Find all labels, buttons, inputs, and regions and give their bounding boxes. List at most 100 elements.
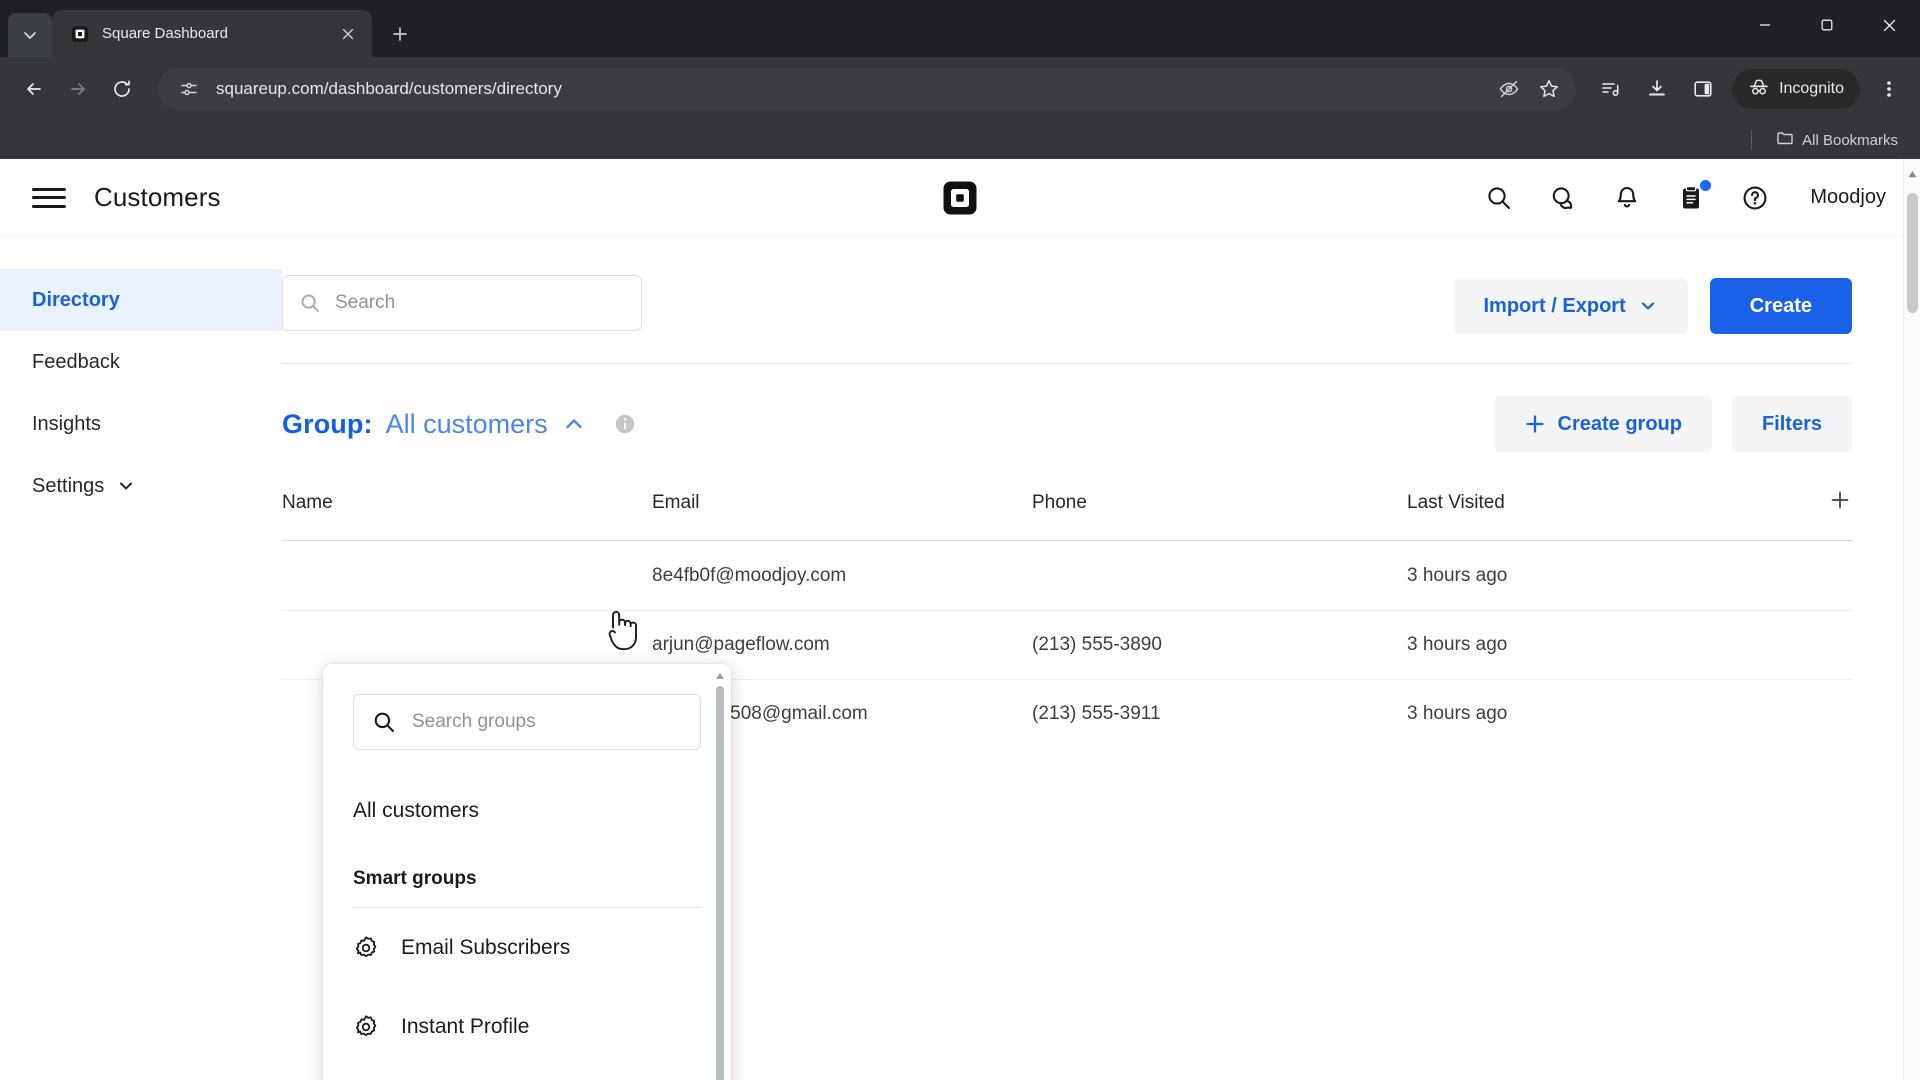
dropdown-item-lapsed[interactable]: Lapsed xyxy=(323,1066,731,1080)
browser-tab[interactable]: Square Dashboard xyxy=(52,10,372,57)
column-header-email[interactable]: Email xyxy=(652,492,1032,514)
dropdown-item-label: Email Subscribers xyxy=(401,935,571,959)
square-logo-icon xyxy=(70,24,90,44)
sidebar-item-label: Settings xyxy=(32,474,105,497)
dropdown-item-label: All customers xyxy=(353,799,480,822)
page-title: Customers xyxy=(94,182,221,212)
table-row[interactable]: 8e4fb0f@moodjoy.com 3 hours ago xyxy=(282,541,1852,610)
new-tab-button[interactable] xyxy=(382,16,418,52)
eye-off-icon[interactable] xyxy=(1496,76,1522,102)
table-header-row: Name Email Phone Last Visited xyxy=(282,491,1852,541)
toolbar-buttons: Import / Export Create xyxy=(1453,278,1852,334)
bookmarks-divider xyxy=(1751,130,1753,150)
create-group-button[interactable]: Create group xyxy=(1493,396,1712,452)
site-settings-icon[interactable] xyxy=(176,76,202,102)
download-icon[interactable] xyxy=(1636,68,1678,110)
group-dropdown-panel: Search groups All customers Smart groups… xyxy=(323,664,731,1080)
dropdown-section-title: Smart groups xyxy=(353,868,477,889)
incognito-indicator[interactable]: Incognito xyxy=(1732,69,1860,109)
sidebar-item-label: Insights xyxy=(32,412,101,435)
chevron-down-icon xyxy=(117,477,135,495)
create-group-label: Create group xyxy=(1557,412,1682,435)
sidebar: Directory Feedback Insights Settings xyxy=(0,237,282,1080)
column-header-name[interactable]: Name xyxy=(282,492,652,514)
all-bookmarks-button[interactable]: All Bookmarks xyxy=(1768,126,1906,154)
notification-badge xyxy=(1700,179,1712,191)
chevron-down-icon xyxy=(1638,296,1658,316)
search-input[interactable]: Search xyxy=(282,275,642,331)
back-arrow-icon[interactable] xyxy=(14,69,54,109)
sidebar-item-directory[interactable]: Directory xyxy=(0,269,282,331)
cell-email: arjun@pageflow.com xyxy=(652,634,830,655)
side-panel-icon[interactable] xyxy=(1682,68,1724,110)
column-header-phone[interactable]: Phone xyxy=(1032,492,1407,514)
media-control-icon[interactable] xyxy=(1590,68,1632,110)
notifications-bell-icon[interactable] xyxy=(1612,183,1642,213)
maximize-icon[interactable] xyxy=(1796,0,1858,50)
group-value[interactable]: All customers xyxy=(386,409,548,440)
minimize-icon[interactable] xyxy=(1734,0,1796,50)
three-dot-menu-icon[interactable] xyxy=(1868,68,1910,110)
clipboard-tasks-icon[interactable] xyxy=(1676,179,1712,213)
tab-search-button[interactable] xyxy=(8,13,52,57)
cell-last-visited: 3 hours ago xyxy=(1407,634,1508,655)
app-header: Customers Moodjoy xyxy=(0,159,1920,237)
bookmarks-bar: All Bookmarks xyxy=(0,121,1920,159)
reload-icon[interactable] xyxy=(102,69,142,109)
sidebar-item-feedback[interactable]: Feedback xyxy=(0,331,282,393)
search-icon xyxy=(372,710,396,734)
create-button[interactable]: Create xyxy=(1709,278,1852,334)
sidebar-item-label: Directory xyxy=(32,288,120,311)
dropdown-item-all-customers[interactable]: All customers xyxy=(323,776,731,846)
scroll-up-arrow-icon[interactable] xyxy=(715,672,725,683)
sidebar-item-label: Feedback xyxy=(32,350,120,373)
incognito-label: Incognito xyxy=(1779,80,1844,97)
dropdown-scrollbar[interactable] xyxy=(715,672,725,1080)
address-bar[interactable]: squareup.com/dashboard/customers/directo… xyxy=(158,68,1577,110)
close-icon[interactable] xyxy=(336,22,360,46)
import-export-label: Import / Export xyxy=(1483,294,1626,317)
dropdown-item-instant-profile[interactable]: Instant Profile xyxy=(323,987,731,1066)
dropdown-item-label: Instant Profile xyxy=(401,1014,530,1038)
hamburger-menu-icon[interactable] xyxy=(32,185,66,211)
help-icon[interactable] xyxy=(1740,183,1770,213)
cell-phone: (213) 555-3890 xyxy=(1032,634,1162,655)
cell-last-visited: 3 hours ago xyxy=(1407,564,1508,586)
page-body: Directory Feedback Insights Settings Sea… xyxy=(0,237,1920,1080)
create-label: Create xyxy=(1749,294,1812,317)
import-export-button[interactable]: Import / Export xyxy=(1453,278,1688,334)
search-placeholder: Search xyxy=(335,292,396,313)
info-icon[interactable] xyxy=(614,413,636,435)
incognito-hat-icon xyxy=(1748,77,1770,102)
scrollbar-thumb[interactable] xyxy=(716,686,724,1080)
search-icon xyxy=(299,292,321,314)
search-icon[interactable] xyxy=(1484,183,1514,213)
add-column-button[interactable] xyxy=(1828,488,1852,518)
column-header-last-visited[interactable]: Last Visited xyxy=(1407,492,1852,514)
scrollbar-thumb[interactable] xyxy=(1907,193,1918,313)
dropdown-item-email-subscribers[interactable]: Email Subscribers xyxy=(323,908,731,987)
chevron-up-icon[interactable] xyxy=(562,412,586,436)
page-viewport: Customers Moodjoy Directory Feedback Ins… xyxy=(0,159,1920,1080)
cell-phone: (213) 555-3911 xyxy=(1032,703,1161,724)
page-scrollbar[interactable] xyxy=(1903,159,1920,1080)
sidebar-item-settings[interactable]: Settings xyxy=(0,455,282,517)
tab-title: Square Dashboard xyxy=(102,25,228,42)
sidebar-item-insights[interactable]: Insights xyxy=(0,393,282,455)
group-search-placeholder: Search groups xyxy=(412,711,536,732)
tab-strip: Square Dashboard xyxy=(0,0,1920,57)
group-search-input[interactable]: Search groups xyxy=(353,694,701,750)
messages-icon[interactable] xyxy=(1548,183,1578,213)
filters-button[interactable]: Filters xyxy=(1731,396,1852,452)
filters-label: Filters xyxy=(1761,412,1822,435)
star-icon[interactable] xyxy=(1536,76,1562,102)
gear-icon xyxy=(353,935,379,961)
group-actions: Create group Filters xyxy=(1493,396,1852,452)
gear-icon xyxy=(353,1014,379,1040)
user-account-name[interactable]: Moodjoy xyxy=(1810,186,1886,209)
forward-arrow-icon[interactable] xyxy=(58,69,98,109)
scroll-up-arrow-icon[interactable] xyxy=(1908,165,1917,183)
header-actions: Moodjoy xyxy=(1484,179,1886,213)
window-close-icon[interactable] xyxy=(1858,0,1920,50)
url-text: squareup.com/dashboard/customers/directo… xyxy=(216,79,562,98)
